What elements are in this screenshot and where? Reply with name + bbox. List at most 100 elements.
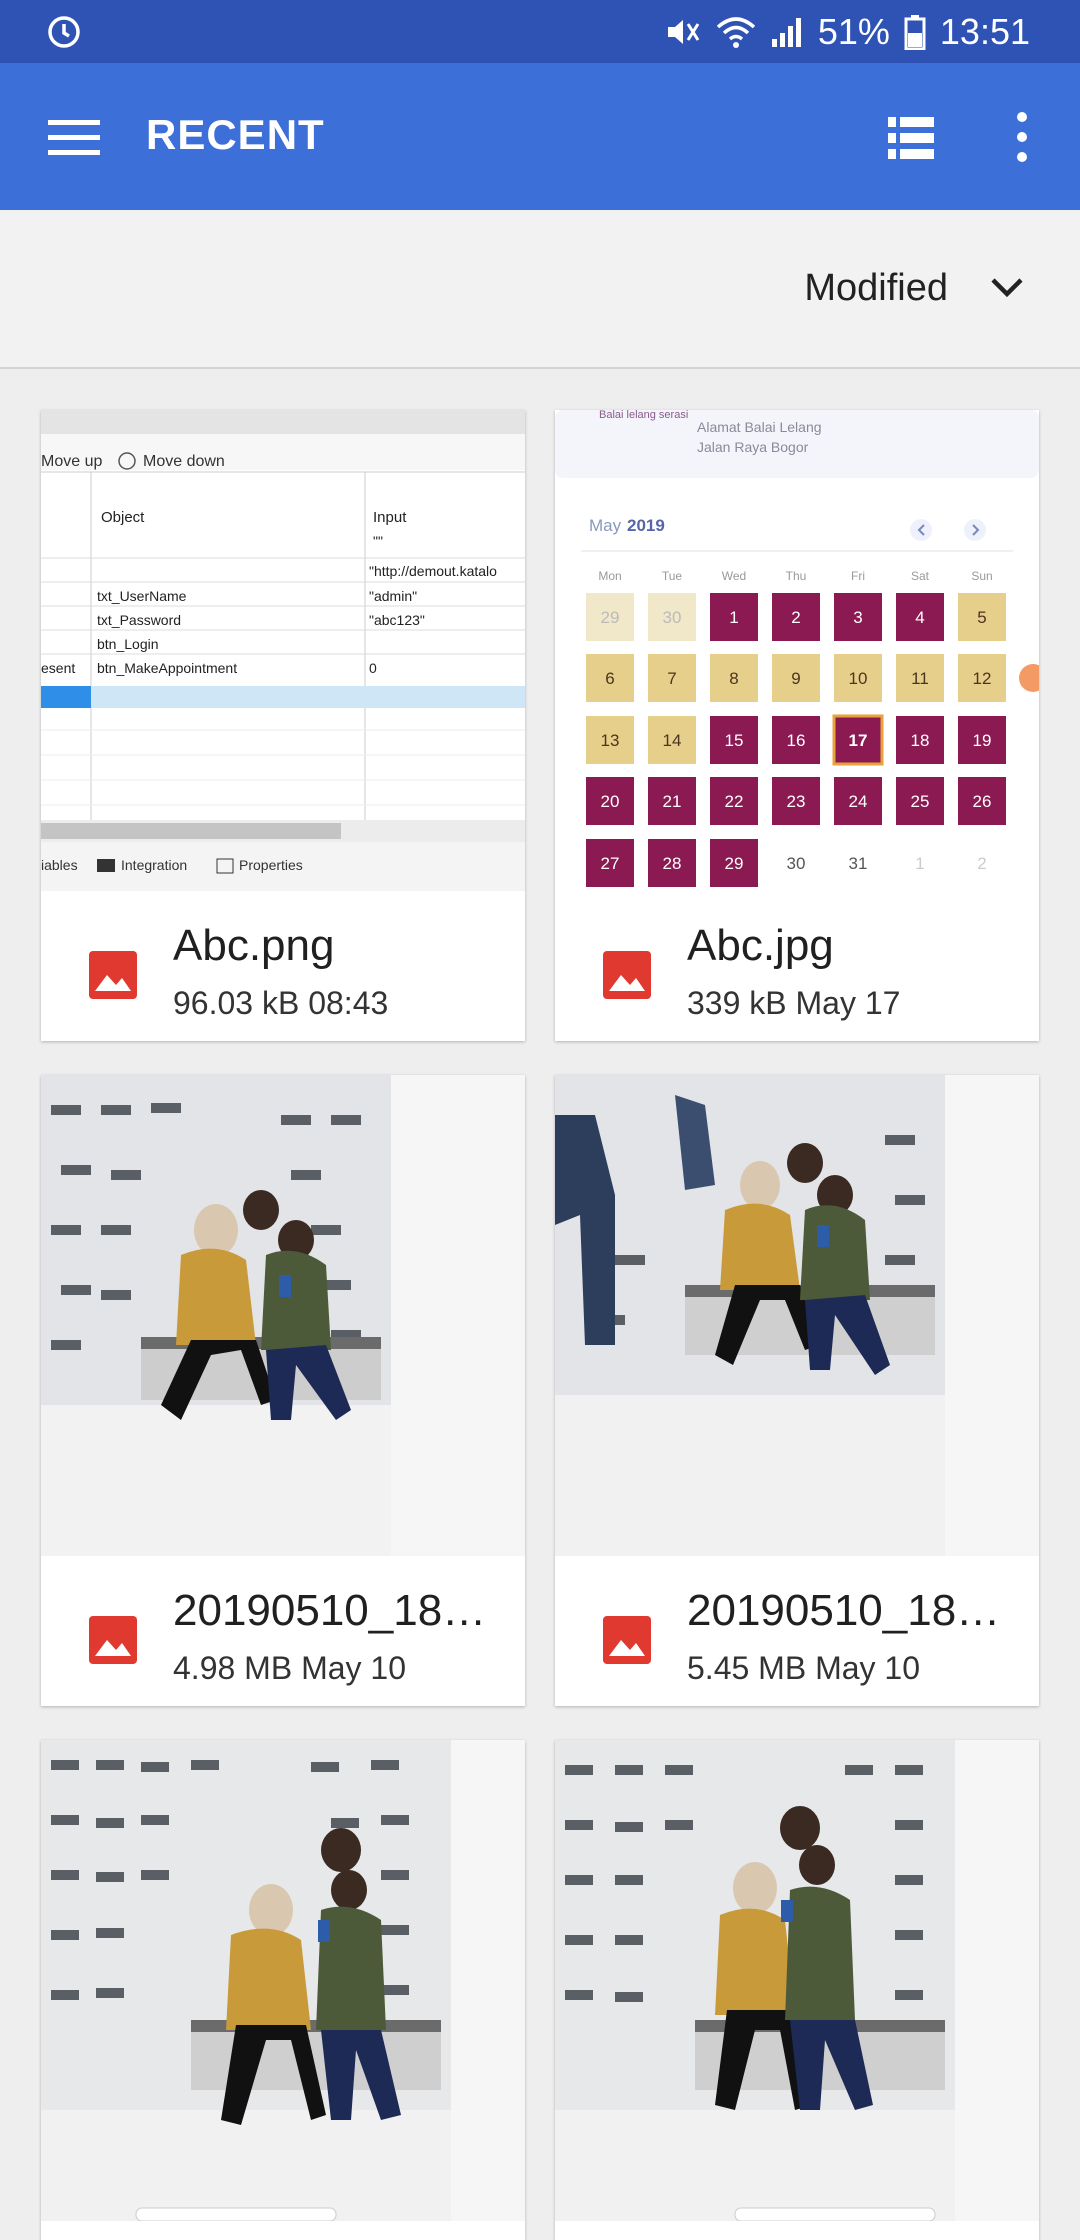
svg-text:"admin": "admin" <box>369 588 417 604</box>
file-info: Abc.png 96.03 kB 08:43 <box>41 891 525 1041</box>
calendar-day-number: 3 <box>853 608 862 627</box>
sort-label: Modified <box>804 266 948 309</box>
thumbnail-photo <box>555 1740 1039 2221</box>
file-meta: 5.45 MB May 10 <box>687 1650 920 1686</box>
wifi-icon <box>716 16 756 48</box>
battery-icon <box>904 14 926 50</box>
weekday-label: Sun <box>971 569 992 583</box>
sync-icon <box>48 15 80 48</box>
calendar-day-number: 1 <box>915 854 924 873</box>
weekday-label: Mon <box>598 569 621 583</box>
svg-text:"http://demout.katalo: "http://demout.katalo <box>369 563 497 579</box>
page-title: RECENT <box>146 111 325 158</box>
svg-text:Balai lelang serasi: Balai lelang serasi <box>599 410 688 421</box>
file-card[interactable] <box>555 1740 1039 2240</box>
photo-image <box>41 1740 525 2221</box>
image-icon <box>89 1616 137 1664</box>
calendar-day-number: 24 <box>849 792 868 811</box>
calendar-day-number: 29 <box>601 608 620 627</box>
file-name: Abc.png <box>173 921 335 970</box>
calendar-day-number: 11 <box>911 669 929 688</box>
list-view-icon[interactable] <box>888 117 934 159</box>
weekday-label: Sat <box>911 569 930 583</box>
calendar-day-number: 4 <box>915 608 924 627</box>
calendar-day-number: 29 <box>725 854 744 873</box>
hamburger-icon[interactable] <box>48 118 100 156</box>
status-bar: 51% 13:51 <box>0 0 1080 63</box>
clock: 13:51 <box>939 10 1030 52</box>
file-name: Abc.jpg <box>687 921 834 970</box>
svg-text:btn_Login: btn_Login <box>97 636 159 652</box>
weekday-label: Fri <box>851 569 865 583</box>
file-card[interactable]: Balai lelang serasi Alamat Balai Lelang … <box>555 410 1039 1041</box>
battery-percent: 51% <box>817 10 890 52</box>
calendar-day-number: 1 <box>729 608 738 627</box>
calendar-day-number: 30 <box>663 608 682 627</box>
file-card[interactable]: 20190510_18… 4.98 MB May 10 <box>41 1075 525 1706</box>
svg-text:Properties: Properties <box>239 857 303 873</box>
file-name: 20190510_18… <box>173 1586 487 1635</box>
calendar-day-number: 2 <box>977 854 986 873</box>
file-meta: 4.98 MB May 10 <box>173 1650 406 1686</box>
file-info: Abc.jpg 339 kB May 17 <box>555 891 1039 1041</box>
file-card[interactable]: Move up Move down Object Input "" "http:… <box>41 410 525 1041</box>
more-vert-icon[interactable] <box>1008 111 1036 163</box>
header-input: Input <box>373 509 407 526</box>
thumbnail-photo <box>41 1740 525 2221</box>
svg-text:Jalan Raya Bogor: Jalan Raya Bogor <box>697 439 809 455</box>
weekday-label: Thu <box>786 569 807 583</box>
svg-text:iables: iables <box>41 857 78 873</box>
signal-icon <box>771 17 801 47</box>
sort-dropdown[interactable]: Modified <box>804 258 1024 318</box>
sort-bar: Modified <box>0 210 1080 369</box>
calendar-day-number: 17 <box>849 731 868 750</box>
thumbnail-photo <box>41 1075 525 1556</box>
file-info: 20190510_18… 5.45 MB May 10 <box>555 1556 1039 1706</box>
file-info: 20190510_18… 4.98 MB May 10 <box>41 1556 525 1706</box>
calendar-day-number: 14 <box>663 731 682 750</box>
chevron-down-icon <box>991 278 1023 298</box>
svg-text:Integration: Integration <box>121 857 187 873</box>
app-bar: RECENT <box>0 63 1080 210</box>
svg-text:2019: 2019 <box>627 516 665 535</box>
photo-image <box>555 1075 1039 1556</box>
calendar-day-number: 15 <box>725 731 744 750</box>
weekday-label: Tue <box>662 569 683 583</box>
calendar-day-number: 27 <box>601 854 620 873</box>
photo-image <box>555 1740 1039 2221</box>
svg-text:btn_MakeAppointment: btn_MakeAppointment <box>97 660 237 676</box>
file-meta: 96.03 kB 08:43 <box>173 985 389 1021</box>
file-name: 20190510_18… <box>687 1586 1001 1635</box>
file-card[interactable] <box>41 1740 525 2240</box>
svg-text:"abc123": "abc123" <box>369 612 425 628</box>
calendar-day-number: 7 <box>667 669 676 688</box>
calendar-day-number: 6 <box>605 669 614 688</box>
svg-text:txt_Password: txt_Password <box>97 612 181 628</box>
svg-text:0: 0 <box>369 660 377 676</box>
mute-icon <box>667 19 700 44</box>
svg-text:esent: esent <box>41 660 75 676</box>
calendar-day-number: 19 <box>973 731 992 750</box>
calendar-day-number: 20 <box>601 792 620 811</box>
image-icon <box>603 1616 651 1664</box>
calendar-day-number: 10 <box>849 669 868 688</box>
svg-text:txt_UserName: txt_UserName <box>97 588 187 604</box>
thumbnail-calendar: Balai lelang serasi Alamat Balai Lelang … <box>555 410 1039 891</box>
image-icon <box>603 951 651 999</box>
calendar-day-number: 21 <box>663 792 682 811</box>
calendar-day-number: 18 <box>911 731 930 750</box>
photo-image <box>41 1075 525 1556</box>
weekday-label: Wed <box>722 569 746 583</box>
calendar-day-number: 30 <box>787 854 806 873</box>
file-meta: 339 kB May 17 <box>687 985 901 1021</box>
calendar-day-number: 22 <box>725 792 744 811</box>
header-object: Object <box>101 509 145 526</box>
file-card[interactable]: 20190510_18… 5.45 MB May 10 <box>555 1075 1039 1706</box>
calendar-day-number: 12 <box>973 669 992 688</box>
calendar-day-number: 16 <box>787 731 806 750</box>
calendar-day-number: 31 <box>849 854 868 873</box>
calendar-day-number: 8 <box>729 669 738 688</box>
calendar-day-number: 13 <box>601 731 620 750</box>
toolbar-move-up: Move up <box>41 453 102 470</box>
calendar-day-number: 2 <box>791 608 800 627</box>
